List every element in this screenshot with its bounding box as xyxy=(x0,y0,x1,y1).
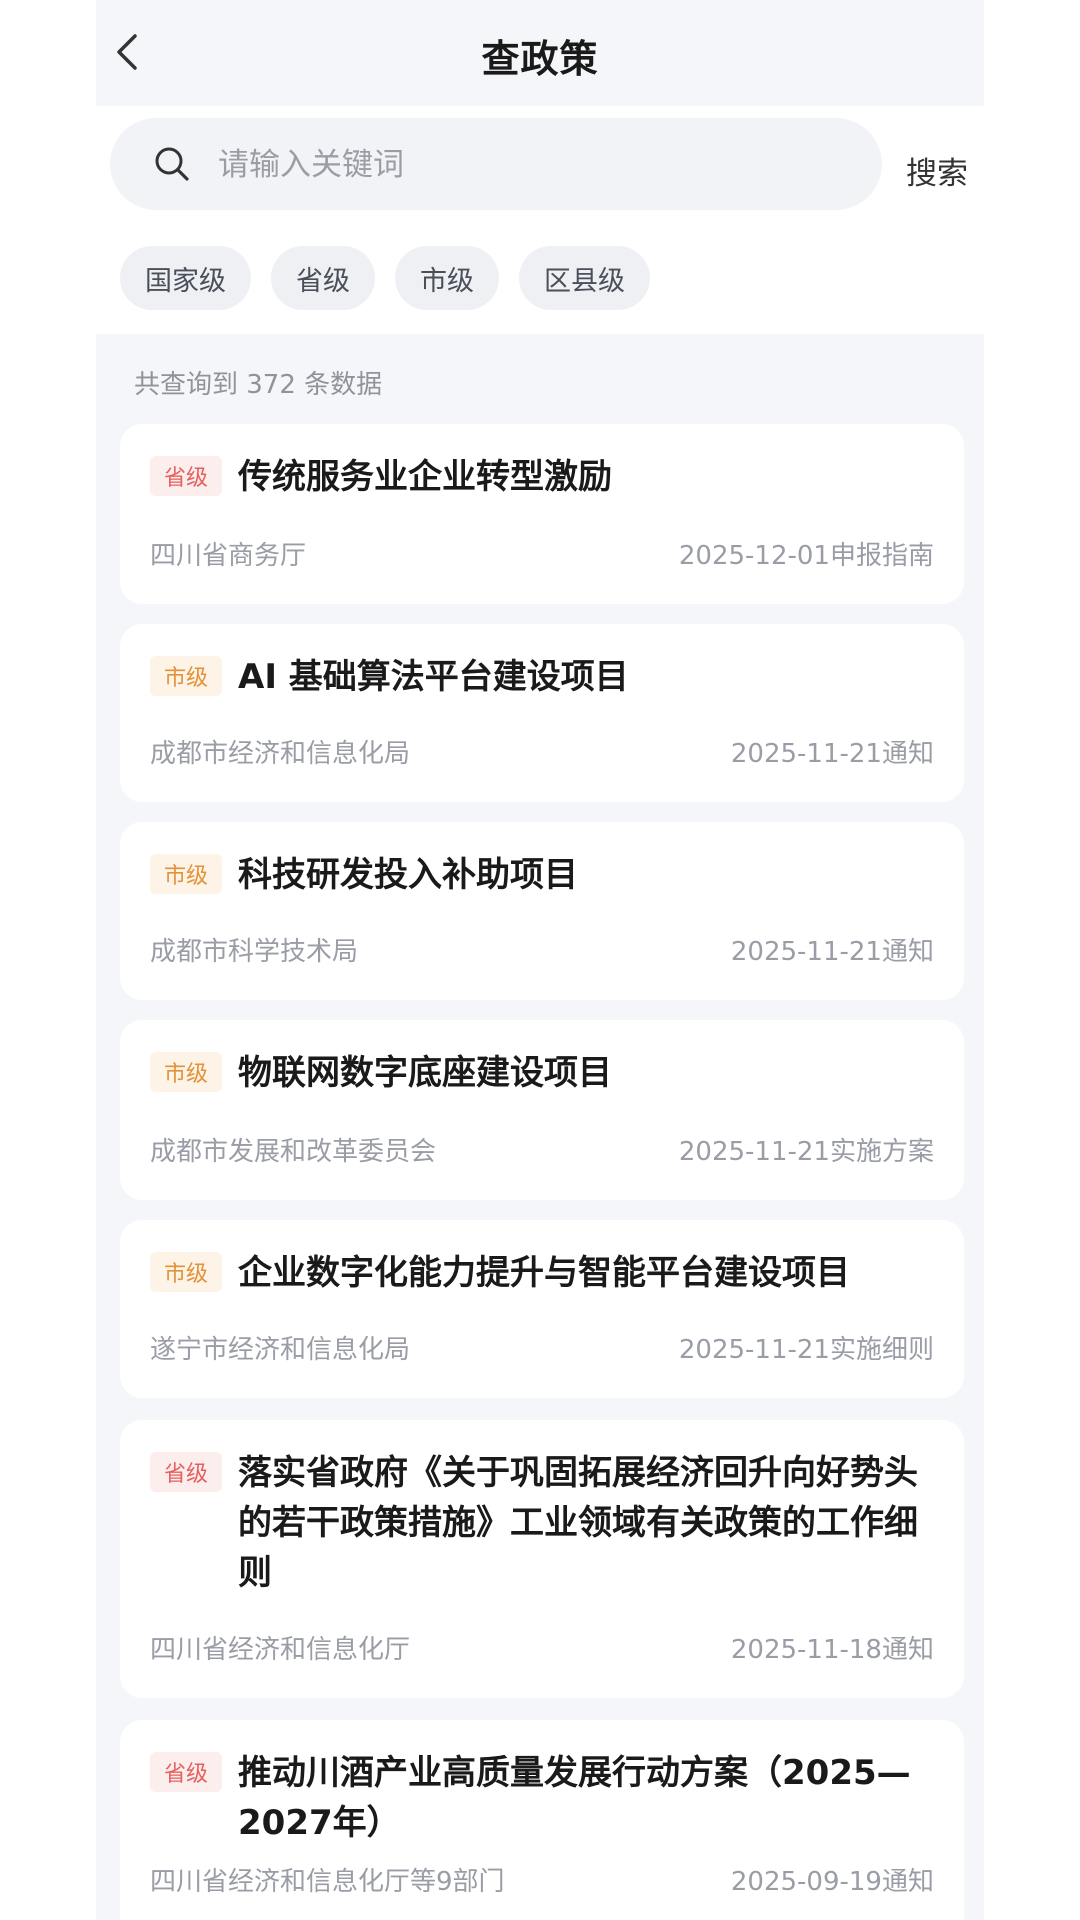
policy-type: 通知 xyxy=(881,937,934,967)
policy-title: AI 基础算法平台建设项目 xyxy=(238,657,629,697)
policy-date: 2025-11-21 xyxy=(730,937,882,967)
policy-card[interactable]: 省级 落实省政府《关于巩固拓展经济回升向好势头的若干政策措施》工业领域有关政策的… xyxy=(120,1420,964,1698)
filter-chip-national[interactable]: 国家级 xyxy=(120,246,251,310)
policy-title: 物联网数字底座建设项目 xyxy=(238,1053,612,1093)
search-icon xyxy=(155,147,189,181)
policy-date: 2025-11-18 xyxy=(730,1635,882,1665)
policy-title: 科技研发投入补助项目 xyxy=(238,855,578,895)
policy-card[interactable]: 市级 物联网数字底座建设项目 成都市发展和改革委员会 2025-11-21实施方… xyxy=(120,1020,964,1200)
policy-org: 四川省经济和信息化厅 xyxy=(150,1635,411,1665)
policy-card[interactable]: 省级 推动川酒产业高质量发展行动方案（2025—2027年） 四川省经济和信息化… xyxy=(120,1720,964,1920)
policy-date-type: 2025-11-18通知 xyxy=(731,1629,934,1666)
policy-date-type: 2025-12-01申报指南 xyxy=(679,535,934,572)
policy-card[interactable]: 省级 传统服务业企业转型激励 四川省商务厅 2025-12-01申报指南 xyxy=(120,424,964,604)
policy-date-type: 2025-11-21通知 xyxy=(731,931,934,968)
policy-date: 2025-09-19 xyxy=(730,1867,882,1897)
policy-date-type: 2025-11-21实施细则 xyxy=(679,1329,934,1366)
app-screen: 查政策 搜索 国家级 省级 市级 区县级 共查询到 372 条数据 省级 传统服… xyxy=(96,0,984,1920)
policy-org: 四川省经济和信息化厅等9部门 xyxy=(150,1867,505,1897)
level-tag: 省级 xyxy=(150,1452,222,1492)
result-count: 共查询到 372 条数据 xyxy=(134,370,383,400)
policy-date: 2025-11-21 xyxy=(678,1335,830,1365)
nav-bar: 查政策 xyxy=(96,0,984,106)
search-bar: 搜索 xyxy=(96,106,984,222)
filter-chip-county[interactable]: 区县级 xyxy=(519,246,650,310)
policy-title: 企业数字化能力提升与智能平台建设项目 xyxy=(238,1253,850,1293)
policy-type: 实施方案 xyxy=(829,1137,934,1167)
level-tag: 市级 xyxy=(150,1252,222,1292)
filter-chip-province[interactable]: 省级 xyxy=(271,246,375,310)
level-tag: 省级 xyxy=(150,1752,222,1792)
policy-date-type: 2025-11-21实施方案 xyxy=(679,1131,934,1168)
search-box[interactable] xyxy=(110,118,882,210)
policy-org: 成都市科学技术局 xyxy=(150,937,359,967)
policy-title: 推动川酒产业高质量发展行动方案（2025—2027年） xyxy=(238,1753,911,1843)
policy-title: 落实省政府《关于巩固拓展经济回升向好势头的若干政策措施》工业领域有关政策的工作细… xyxy=(238,1453,918,1593)
policy-type: 实施细则 xyxy=(829,1335,934,1365)
policy-org: 成都市发展和改革委员会 xyxy=(150,1137,437,1167)
policy-date: 2025-11-21 xyxy=(678,1137,830,1167)
policy-date-type: 2025-09-19通知 xyxy=(731,1861,934,1898)
policy-org: 四川省商务厅 xyxy=(150,541,307,571)
policy-card[interactable]: 市级 企业数字化能力提升与智能平台建设项目 遂宁市经济和信息化局 2025-11… xyxy=(120,1220,964,1398)
level-tag: 市级 xyxy=(150,854,222,894)
level-tag: 省级 xyxy=(150,456,222,496)
filter-chip-city[interactable]: 市级 xyxy=(395,246,499,310)
policy-date: 2025-12-01 xyxy=(678,541,830,571)
policy-org: 遂宁市经济和信息化局 xyxy=(150,1335,411,1365)
policy-date: 2025-11-21 xyxy=(730,739,882,769)
policy-date-type: 2025-11-21通知 xyxy=(731,733,934,770)
policy-org: 成都市经济和信息化局 xyxy=(150,739,411,769)
search-input[interactable] xyxy=(216,134,860,196)
page-title: 查政策 xyxy=(481,37,599,81)
policy-type: 通知 xyxy=(881,739,934,769)
policy-type: 申报指南 xyxy=(829,541,934,571)
policy-card[interactable]: 市级 AI 基础算法平台建设项目 成都市经济和信息化局 2025-11-21通知 xyxy=(120,624,964,802)
level-tag: 市级 xyxy=(150,1052,222,1092)
policy-type: 通知 xyxy=(881,1867,934,1897)
policy-title: 传统服务业企业转型激励 xyxy=(238,457,612,497)
level-filter-bar: 国家级 省级 市级 区县级 xyxy=(96,222,984,334)
search-button[interactable]: 搜索 xyxy=(906,148,968,193)
level-tag: 市级 xyxy=(150,656,222,696)
policy-type: 通知 xyxy=(881,1635,934,1665)
policy-card[interactable]: 市级 科技研发投入补助项目 成都市科学技术局 2025-11-21通知 xyxy=(120,822,964,1000)
